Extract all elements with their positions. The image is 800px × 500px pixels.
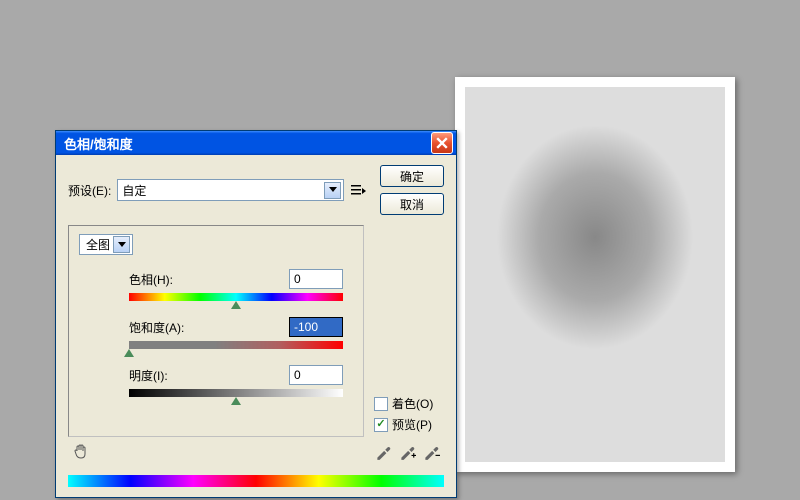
preview-label: 预览(P): [392, 416, 432, 433]
dialog-body: 预设(E): 自定 确定 取消 全图 色相(H):: [56, 155, 456, 469]
hue-slider[interactable]: [129, 293, 343, 303]
lightness-track: [129, 389, 343, 397]
saturation-slider[interactable]: [129, 341, 343, 351]
ok-button[interactable]: 确定: [380, 165, 444, 187]
right-options: 着色(O) 预览(P): [374, 225, 444, 437]
cancel-button[interactable]: 取消: [380, 193, 444, 215]
colorize-label: 着色(O): [392, 395, 433, 412]
photo-content: [465, 87, 725, 462]
lightness-slider[interactable]: [129, 389, 343, 399]
preset-label: 预设(E):: [68, 182, 111, 199]
lightness-label: 明度(I):: [129, 367, 168, 384]
image-canvas: [455, 77, 735, 472]
hue-saturation-dialog: 色相/饱和度 预设(E): 自定 确定 取消 全图: [55, 130, 457, 498]
hue-track: [129, 293, 343, 301]
hue-thumb[interactable]: [231, 301, 241, 309]
saturation-thumb[interactable]: [124, 349, 134, 357]
slider-panel: 全图 色相(H): 0 饱和度(A): -: [68, 225, 364, 437]
preset-value: 自定: [122, 182, 146, 199]
lightness-thumb[interactable]: [231, 397, 241, 405]
eyedropper-icon[interactable]: [374, 443, 392, 461]
lightness-group: 明度(I): 0: [79, 365, 353, 399]
chevron-down-icon: [113, 236, 130, 253]
preset-menu-button[interactable]: [350, 183, 366, 197]
preview-checkbox[interactable]: [374, 418, 388, 432]
preset-dropdown[interactable]: 自定: [117, 179, 344, 201]
spectrum-bar: [68, 475, 444, 487]
saturation-input[interactable]: -100: [289, 317, 343, 337]
chevron-down-icon: [324, 182, 341, 199]
hue-label: 色相(H):: [129, 271, 173, 288]
hue-group: 色相(H): 0: [79, 269, 353, 303]
lightness-input[interactable]: 0: [289, 365, 343, 385]
close-button[interactable]: [431, 132, 453, 154]
scrubby-hand-icon[interactable]: [72, 443, 90, 461]
colorize-checkbox[interactable]: [374, 397, 388, 411]
color-range-value: 全图: [86, 236, 110, 253]
saturation-track: [129, 341, 343, 349]
dialog-titlebar[interactable]: 色相/饱和度: [56, 131, 456, 155]
eyedropper-plus-icon[interactable]: [398, 443, 416, 461]
saturation-label: 饱和度(A):: [129, 319, 184, 336]
dialog-title: 色相/饱和度: [64, 134, 431, 153]
saturation-group: 饱和度(A): -100: [79, 317, 353, 351]
hue-input[interactable]: 0: [289, 269, 343, 289]
close-icon: [436, 137, 448, 149]
eyedropper-minus-icon[interactable]: [422, 443, 440, 461]
color-range-dropdown[interactable]: 全图: [79, 234, 133, 255]
